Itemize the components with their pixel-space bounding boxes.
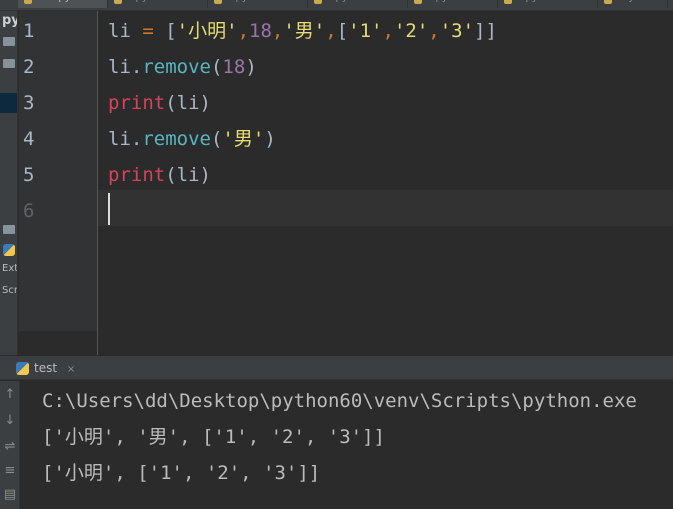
code-token: , [382,20,394,42]
editor-tab[interactable]: ...py [408,0,498,8]
code-token: ) [245,56,257,78]
code-token: (li) [165,92,211,114]
editor-tab[interactable]: ...py [498,0,598,8]
code-token: ) [264,128,276,150]
code-token: (li) [165,164,211,186]
line-number: 5 [23,164,35,186]
line-number: 3 [23,92,35,114]
code-token: print [108,164,166,186]
print-icon[interactable]: ▤ [2,487,18,503]
scratches-fragment[interactable]: Scr [2,285,17,296]
console-output-line: C:\Users\dd\Desktop\python60\venv\Script… [42,390,637,412]
code-line[interactable]: li.remove('男') [108,121,276,157]
line-number: 4 [23,128,35,150]
code-token: '男' [283,20,326,42]
folder-icon [3,59,15,68]
code-editor[interactable]: 123456 li = ['小明',18,'男',['1','2','3']] l… [19,11,673,355]
code-token: ( [210,56,223,78]
arrow-up-icon[interactable]: ↑ [2,387,18,403]
code-token: '男' [222,128,265,150]
selected-tree-row[interactable] [0,93,17,113]
run-tab-test[interactable]: test × [12,359,81,378]
code-line[interactable]: print(li) [108,85,211,121]
gutter-divider [97,331,98,355]
run-panel-header: test × [0,355,673,380]
line-number: 2 [23,56,35,78]
code-token: [ [336,20,349,42]
editor-tab[interactable]: day... [598,0,668,8]
code-token: remove [142,128,211,150]
folder-icon [3,37,15,46]
project-panel[interactable]: py Ext Scr [0,11,18,355]
code-token: ]] [474,20,497,42]
close-icon[interactable]: × [67,364,75,375]
editor-tab[interactable]: ...py [208,0,308,8]
run-tab-label: test [34,361,58,375]
code-token: ( [210,128,223,150]
run-console[interactable]: C:\Users\dd\Desktop\python60\venv\Script… [21,381,673,509]
code-line[interactable]: li.remove(18) [108,49,257,85]
line-number: 1 [23,20,35,42]
editor-tab-strip: test.py...py...py...py...py...pyday... [0,0,673,10]
code-token: 18 [249,20,272,42]
code-token: li. [108,56,143,78]
code-token: '小明' [176,20,238,42]
project-title-fragment: py [2,13,17,28]
python-file-icon [3,244,15,256]
code-token: = [130,20,166,42]
code-token: 18 [222,56,246,78]
code-line[interactable]: li = ['小明',18,'男',['1','2','3']] [108,13,497,49]
console-output-line: ['小明', ['1', '2', '3']] [42,462,321,484]
scroll-to-end-icon[interactable]: ≡ [2,463,18,479]
text-caret [108,193,110,225]
console-output-line: ['小明', '男', ['1', '2', '3']] [42,426,385,448]
line-number-gutter: 1 2 3 4 5 6 [19,11,98,331]
code-token: [ [165,20,177,42]
run-toolbar: ↑ ↓ ⇌ ≡ ▤ [0,381,20,509]
soft-wrap-icon[interactable]: ⇌ [2,439,18,455]
code-token: , [237,20,250,42]
editor-tab[interactable]: test.py [18,0,108,8]
code-line[interactable]: print(li) [108,157,211,193]
python-run-icon [16,362,29,375]
arrow-down-icon[interactable]: ↓ [2,413,18,429]
current-line-highlight [19,190,673,226]
code-token: remove [142,56,211,78]
editor-tab[interactable]: ...py [308,0,408,8]
code-token: print [108,92,166,114]
code-token: '3' [439,20,475,42]
code-token: li [108,20,131,42]
code-token: , [325,20,337,42]
editor-tab[interactable]: ...py [108,0,208,8]
folder-icon [3,225,15,234]
external-libraries-fragment[interactable]: Ext [2,263,17,274]
code-token: '1' [348,20,383,42]
code-token: li. [108,128,143,150]
code-token: , [428,20,440,42]
code-token: , [271,20,284,42]
code-token: '2' [393,20,429,42]
line-number: 6 [23,200,35,222]
